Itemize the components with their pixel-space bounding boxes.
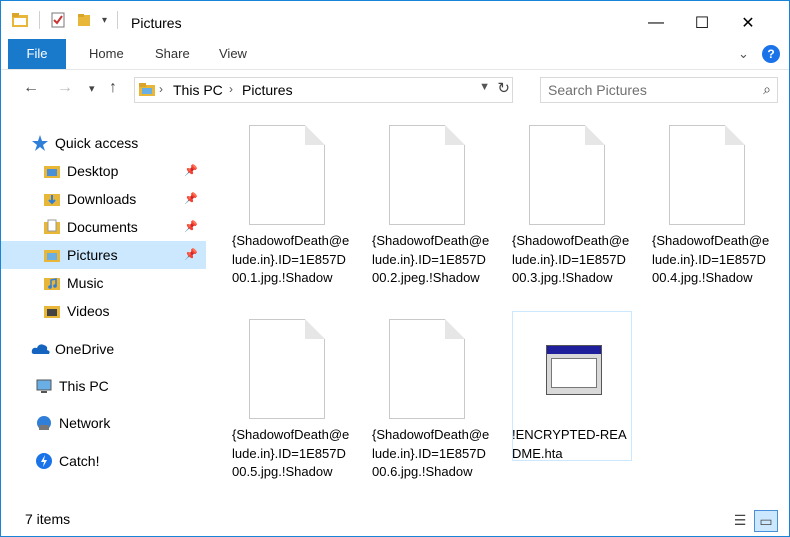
nav-label: Documents: [67, 219, 138, 235]
nav-label: OneDrive: [55, 341, 115, 357]
file-name: {ShadowofDeath@elude.in}.ID=1E857D00.5.j…: [232, 427, 350, 479]
search-input[interactable]: Search Pictures: [548, 82, 647, 98]
downloads-folder-icon: [43, 190, 61, 208]
quick-access-toolbar: ▾: [11, 11, 119, 29]
file-list: {ShadowofDeath@elude.in}.ID=1E857D00.1.j…: [208, 107, 789, 504]
nav-downloads[interactable]: Downloads 📌: [1, 185, 206, 213]
explorer-window: ▾ Pictures — ☐ ✕ File Home Share View ⌄ …: [0, 0, 790, 537]
navigation-bar: ← → ▾ ↑ › This PC › Pictures ▼ ↻ Search …: [1, 75, 789, 103]
nav-catch[interactable]: Catch!: [1, 447, 240, 475]
back-arrow-icon[interactable]: ←: [23, 79, 39, 97]
tab-view[interactable]: View: [219, 39, 247, 69]
folder-app-icon: [12, 13, 28, 27]
pictures-folder-icon: [139, 83, 155, 96]
videos-folder-icon: [43, 302, 61, 320]
blank-file-icon: [389, 319, 465, 419]
tab-file[interactable]: File: [8, 39, 66, 69]
nav-onedrive[interactable]: OneDrive: [1, 335, 236, 363]
tab-share[interactable]: Share: [155, 39, 190, 69]
file-name: {ShadowofDeath@elude.in}.ID=1E857D00.2.j…: [372, 233, 490, 285]
hta-application-icon: [546, 345, 602, 395]
address-bar[interactable]: › This PC › Pictures ▼ ↻: [134, 77, 513, 103]
nav-label: Videos: [67, 303, 110, 319]
nav-label: Downloads: [67, 191, 137, 207]
file-name: !ENCRYPTED-README.hta: [512, 427, 627, 461]
search-box[interactable]: Search Pictures ⌕: [540, 77, 778, 103]
nav-label: Desktop: [67, 163, 119, 179]
computer-icon: [35, 377, 53, 395]
pin-icon[interactable]: 📌: [184, 192, 198, 205]
forward-arrow-icon[interactable]: →: [57, 79, 73, 97]
pin-icon[interactable]: 📌: [184, 164, 198, 177]
blank-file-icon: [249, 125, 325, 225]
large-icons-view-icon[interactable]: ▭: [754, 510, 778, 532]
music-folder-icon: [43, 274, 61, 292]
nav-label: This PC: [59, 378, 109, 394]
nav-documents[interactable]: Documents 📌: [1, 213, 206, 241]
breadcrumb-this-pc[interactable]: This PC: [173, 82, 223, 98]
pin-icon[interactable]: 📌: [184, 220, 198, 233]
details-view-icon[interactable]: ☰: [729, 510, 751, 530]
navigation-pane: Quick access Desktop 📌 Downloads 📌 Docum…: [1, 107, 206, 504]
file-name: {ShadowofDeath@elude.in}.ID=1E857D00.6.j…: [372, 427, 490, 479]
breadcrumb-pictures[interactable]: Pictures: [242, 82, 293, 98]
file-name: {ShadowofDeath@elude.in}.ID=1E857D00.3.j…: [512, 233, 630, 285]
nav-label: Catch!: [59, 453, 100, 469]
nav-label: Music: [67, 275, 104, 291]
blank-file-icon: [389, 125, 465, 225]
nav-label: Pictures: [67, 247, 118, 263]
nav-pictures[interactable]: Pictures 📌: [1, 241, 206, 269]
help-icon[interactable]: ?: [762, 45, 780, 63]
blank-file-icon: [249, 319, 325, 419]
pictures-folder-icon: [43, 246, 61, 264]
refresh-icon[interactable]: ↻: [497, 79, 510, 97]
window-title: Pictures: [131, 15, 182, 31]
network-icon: [35, 414, 53, 432]
nav-label: Network: [59, 415, 111, 431]
blank-file-icon: [529, 125, 605, 225]
nav-music[interactable]: Music: [1, 269, 206, 297]
desktop-folder-icon: [43, 162, 61, 180]
breadcrumb-separator-icon: ›: [159, 82, 163, 96]
status-bar: 7 items ☰ ▭: [1, 506, 789, 536]
ribbon-tabs: File Home Share View ⌄ ?: [1, 39, 789, 70]
nav-videos[interactable]: Videos: [1, 297, 206, 325]
qat-dropdown-icon[interactable]: ▾: [102, 15, 107, 26]
nav-desktop[interactable]: Desktop 📌: [1, 157, 206, 185]
pin-icon[interactable]: 📌: [184, 248, 198, 261]
nav-network[interactable]: Network: [1, 409, 240, 437]
nav-label: Quick access: [55, 135, 139, 151]
properties-icon[interactable]: [50, 12, 66, 28]
nav-quick-access[interactable]: Quick access: [1, 129, 236, 157]
search-icon[interactable]: ⌕: [763, 81, 771, 98]
new-folder-icon[interactable]: [76, 12, 92, 28]
nav-this-pc[interactable]: This PC: [1, 372, 240, 400]
documents-folder-icon: [43, 218, 61, 236]
file-name: {ShadowofDeath@elude.in}.ID=1E857D00.1.j…: [232, 233, 350, 285]
expand-ribbon-icon[interactable]: ⌄: [738, 46, 749, 62]
recent-locations-icon[interactable]: ▾: [89, 82, 95, 95]
breadcrumb-separator-icon: ›: [229, 82, 233, 96]
file-name: {ShadowofDeath@elude.in}.ID=1E857D00.4.j…: [652, 233, 770, 285]
up-arrow-icon[interactable]: ↑: [109, 79, 117, 97]
onedrive-cloud-icon: [31, 340, 50, 358]
blank-file-icon: [669, 125, 745, 225]
item-count: 7 items: [25, 511, 71, 527]
address-dropdown-icon[interactable]: ▼: [479, 81, 490, 93]
tab-home[interactable]: Home: [89, 39, 124, 69]
star-icon: [31, 134, 49, 152]
catch-icon: [35, 452, 53, 470]
